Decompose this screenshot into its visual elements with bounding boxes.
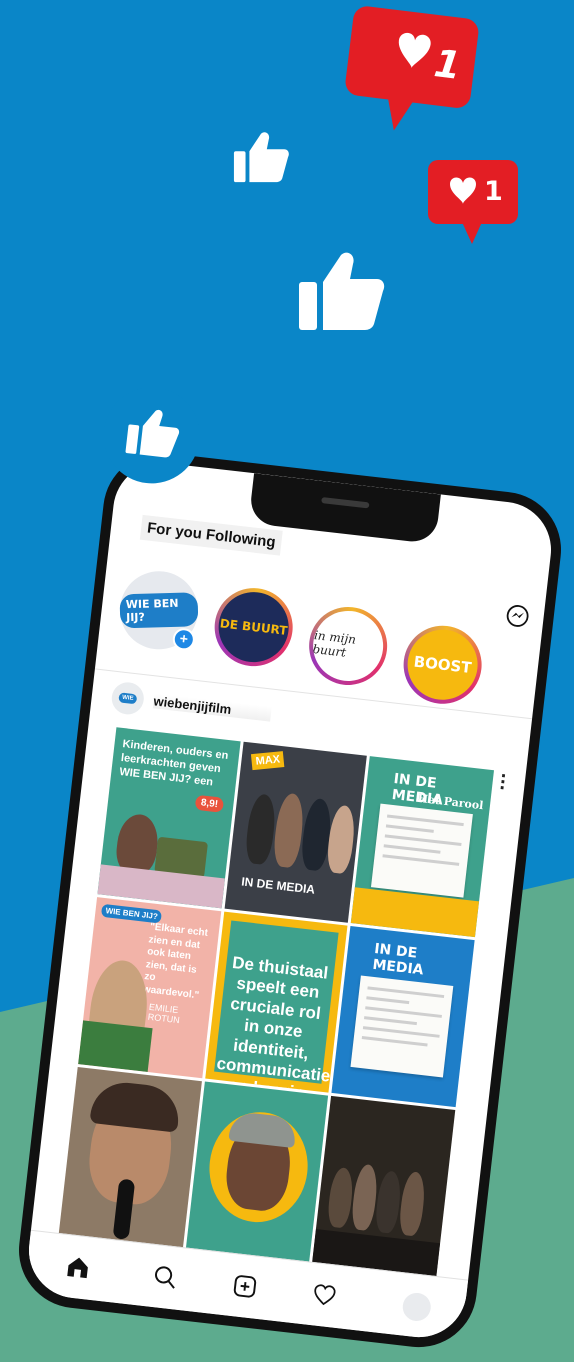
thumbs-up-icon [233, 132, 289, 183]
more-vertical-icon[interactable]: · · · [498, 765, 508, 800]
grid-tile[interactable]: IN DE MEDIA [331, 926, 475, 1108]
story-own[interactable]: WIE BEN JIJ? + [115, 567, 203, 654]
phone-mockup: For you Following WIE BEN JIJ? + DE BUUR… [12, 382, 568, 1354]
grid-tile[interactable]: De thuistaal speelt een cruciale rol in … [204, 911, 348, 1093]
score-badge: 8,9! [195, 794, 224, 813]
like-notification-bubble-small: 1 [426, 158, 520, 246]
add-story-icon[interactable]: + [171, 627, 197, 652]
tile-caption: Kinderen, ouders en leerkrachten geven W… [118, 738, 229, 788]
avatar[interactable]: WIE [110, 680, 146, 717]
grid-tile[interactable]: IN DE MEDIA Het Parool [351, 756, 494, 938]
activity-icon[interactable] [310, 1281, 339, 1310]
story-de-buurt[interactable]: DE BUURT [210, 583, 297, 671]
thumbs-up-icon [299, 252, 385, 330]
tile-caption: IN DE MEDIA [371, 940, 425, 979]
grid-tile[interactable] [185, 1081, 329, 1263]
tile-signature: EMILIE ROTUN [147, 1001, 181, 1026]
like-badge [98, 382, 205, 489]
grid-tile[interactable]: Kinderen, ouders en leerkrachten geven W… [97, 727, 241, 909]
profile-avatar[interactable] [401, 1291, 433, 1323]
media-badge: MAX [250, 751, 285, 771]
phone-screen: For you Following WIE BEN JIJ? + DE BUUR… [23, 457, 557, 1343]
story-logo: WIE BEN JIJ? [119, 592, 199, 629]
tile-badge: WIE BEN JIJ? [100, 903, 163, 924]
story-logo: BOOST [412, 652, 473, 677]
phone-frame: For you Following WIE BEN JIJ? + DE BUUR… [12, 382, 568, 1354]
tile-caption: IN DE MEDIA [240, 874, 316, 897]
create-icon[interactable] [231, 1272, 260, 1301]
tile-caption: "Elkaar echt zien en dat ook laten zien,… [142, 921, 209, 1001]
like-count-small: 1 [484, 176, 503, 207]
story-logo: in mijn buurt [311, 628, 357, 660]
grid-tile[interactable]: MAX IN DE MEDIA [224, 741, 368, 923]
grid-tile[interactable] [312, 1095, 456, 1277]
like-notification-bubble-large: 1 [336, 0, 485, 145]
story-boost[interactable]: BOOST [399, 621, 486, 708]
search-icon[interactable] [151, 1263, 180, 1292]
grid-tile[interactable]: WIE BEN JIJ? "Elkaar echt zien en dat oo… [78, 897, 221, 1079]
tile-caption: De thuistaal speelt een cruciale rol in … [215, 952, 332, 1093]
home-icon[interactable] [64, 1253, 93, 1282]
post-grid: Kinderen, ouders en leerkrachten geven W… [58, 727, 494, 1277]
story-in-mijn-buurt[interactable]: in mijn buurt [304, 602, 392, 690]
story-logo: DE BUURT [219, 616, 289, 638]
like-count-large: 1 [431, 41, 464, 88]
grid-tile[interactable] [58, 1067, 202, 1249]
post-username[interactable]: wiebenjijfilm [152, 693, 272, 722]
